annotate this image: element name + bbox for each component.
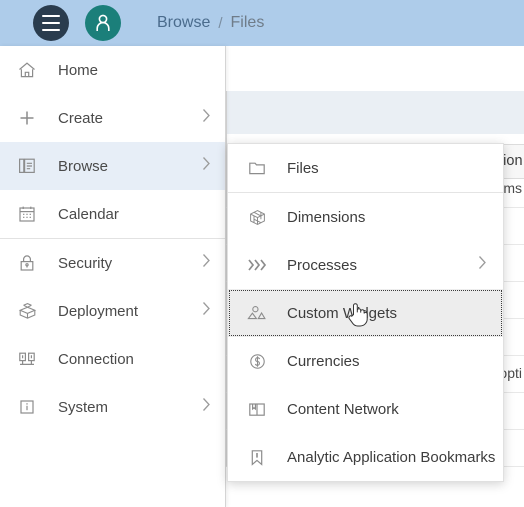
submenu-item-custom-widgets[interactable]: Custom Widgets: [228, 289, 503, 337]
hamburger-bar: [42, 15, 60, 18]
chevron-right-icon: [202, 109, 211, 128]
chevron-right-icon: [202, 254, 211, 273]
submenu-item-processes[interactable]: Processes: [228, 241, 503, 289]
sidebar-item-label: Browse: [58, 157, 109, 175]
book-icon: [245, 397, 269, 421]
sidebar-item-label: Home: [58, 61, 99, 79]
submenu-item-currencies[interactable]: Currencies: [228, 337, 503, 385]
sidebar-item-browse[interactable]: Browse: [0, 142, 225, 190]
breadcrumb-separator: /: [218, 14, 223, 32]
sidebar-item-label: Create: [58, 109, 104, 127]
breadcrumb: Browse / Files: [157, 14, 264, 32]
submenu-item-label: Content Network: [287, 400, 399, 418]
sidebar-item-home[interactable]: Home: [0, 46, 225, 94]
submenu-item-label: Dimensions: [287, 208, 366, 226]
connection-icon: [14, 347, 40, 371]
browse-submenu-panel: Files Dimensions Processes Custom Widget…: [227, 143, 504, 482]
home-icon: [14, 58, 40, 82]
bookmark-icon: [245, 445, 269, 469]
sidebar-item-label: System: [58, 398, 109, 416]
sidebar-item-connection[interactable]: Connection: [0, 335, 225, 383]
user-avatar-icon[interactable]: [85, 5, 121, 41]
info-icon: [14, 395, 40, 419]
dollar-icon: [245, 349, 269, 373]
top-header-bar: Browse / Files: [0, 0, 524, 46]
sidebar-item-label: Deployment: [58, 302, 139, 320]
table-cell-clipped: ms: [503, 180, 522, 196]
submenu-item-label: Analytic Application Bookmarks: [287, 448, 496, 466]
breadcrumb-current-files: Files: [230, 14, 265, 31]
breadcrumb-link-browse[interactable]: Browse: [157, 14, 210, 32]
submenu-item-label: Files: [287, 159, 319, 177]
calendar-icon: [14, 202, 40, 226]
sidebar-item-calendar[interactable]: Calendar: [0, 190, 225, 238]
submenu-item-dimensions[interactable]: Dimensions: [228, 193, 503, 241]
chevrons-icon: [245, 253, 269, 277]
sidebar-item-label: Security: [58, 254, 113, 272]
submenu-item-label: Custom Widgets: [287, 304, 398, 322]
submenu-item-files[interactable]: Files: [228, 144, 503, 192]
chevron-right-icon: [478, 256, 487, 275]
sidebar-item-label: Calendar: [58, 205, 119, 223]
sidebar-item-system[interactable]: System: [0, 383, 225, 431]
cube-icon: [245, 205, 269, 229]
submenu-item-content-network[interactable]: Content Network: [228, 385, 503, 433]
hamburger-bar: [42, 21, 60, 25]
shapes-icon: [245, 301, 269, 325]
submenu-item-label: Processes: [287, 256, 358, 274]
submenu-item-analytic-application-bookmarks[interactable]: Analytic Application Bookmarks: [228, 433, 503, 481]
chevron-right-icon: [202, 302, 211, 321]
hamburger-icon[interactable]: [33, 5, 69, 41]
application-window: ms opti Description ●: [0, 0, 524, 507]
chevron-right-icon: [202, 398, 211, 417]
sidebar-item-deployment[interactable]: Deployment: [0, 287, 225, 335]
sidebar-menu: Home Create Browse Calendar Security Dep…: [0, 46, 226, 507]
sidebar-item-create[interactable]: Create: [0, 94, 225, 142]
lock-icon: [14, 251, 40, 275]
package-icon: [14, 299, 40, 323]
sidebar-item-security[interactable]: Security: [0, 239, 225, 287]
plus-icon: [14, 106, 40, 130]
hamburger-bar: [42, 28, 60, 31]
submenu-item-label: Currencies: [287, 352, 360, 370]
chevron-right-icon: [202, 157, 211, 176]
folder-icon: [245, 156, 269, 180]
sidebar-item-label: Connection: [58, 350, 134, 368]
browse-icon: [14, 154, 40, 178]
